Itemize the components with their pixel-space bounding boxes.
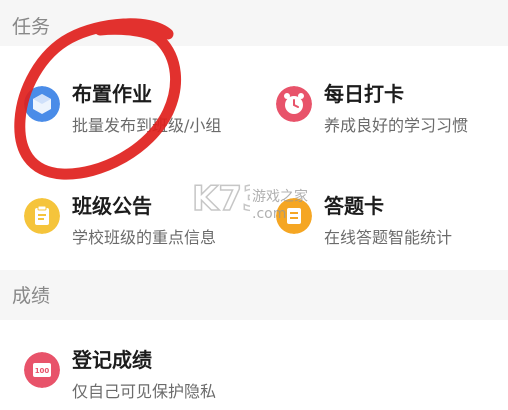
- record-grades-desc: 仅自己可见保护隐私: [72, 382, 217, 401]
- watermark-text: 游戏之家 .com: [252, 189, 308, 222]
- section-title-tasks: 任务: [12, 16, 51, 38]
- assign-homework-label: 布置作业: [72, 82, 152, 106]
- grades-header-bg: [0, 270, 508, 320]
- alarm-clock-icon: [276, 86, 312, 122]
- assign-homework-item[interactable]: 布置作业 批量发布到班级/小组: [24, 78, 254, 148]
- site-watermark: K73 游戏之家 .com: [190, 172, 350, 232]
- tasks-header-bg: [0, 0, 508, 46]
- svg-text:100: 100: [35, 367, 50, 375]
- daily-checkin-item[interactable]: 每日打卡 养成良好的学习习惯: [276, 78, 506, 148]
- svg-text:K73: K73: [192, 179, 250, 219]
- score-icon: 100: [24, 352, 60, 388]
- watermark-logo-icon: K73: [191, 178, 266, 220]
- record-grades-label: 登记成绩: [72, 348, 152, 372]
- assign-homework-desc: 批量发布到班级/小组: [72, 116, 222, 135]
- notice-icon: [24, 198, 60, 234]
- class-notice-label: 班级公告: [72, 194, 152, 218]
- section-title-grades: 成绩: [12, 285, 51, 307]
- record-grades-item[interactable]: 100 登记成绩 仅自己可见保护隐私: [24, 344, 254, 410]
- daily-checkin-label: 每日打卡: [324, 82, 404, 106]
- daily-checkin-desc: 养成良好的学习习惯: [324, 116, 469, 135]
- cube-icon: [24, 86, 60, 122]
